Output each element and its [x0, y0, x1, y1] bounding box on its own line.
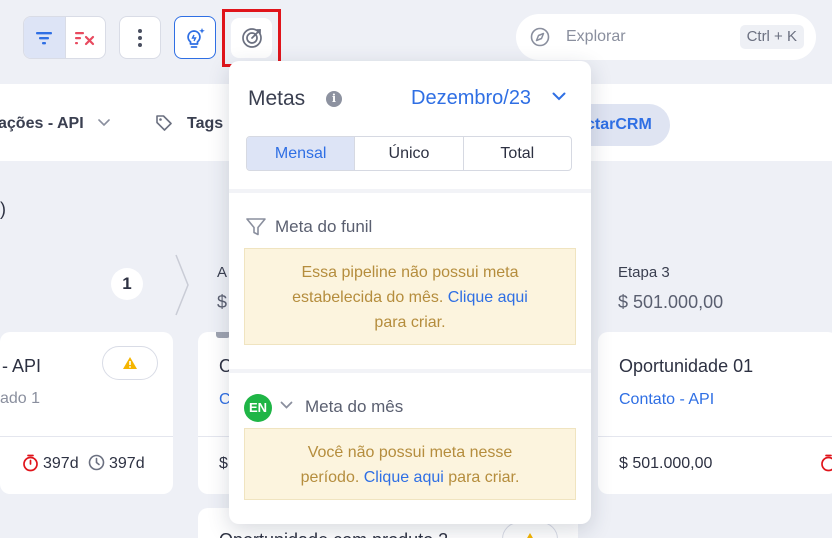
- deal-last-activity: 397d: [109, 455, 145, 472]
- funnel-icon: [246, 218, 266, 236]
- integration-filter[interactable]: ações - API: [0, 115, 84, 133]
- create-goal-link[interactable]: Clique aqui: [448, 289, 528, 306]
- goals-button-highlight: [222, 9, 281, 67]
- pipeline-paren: ): [0, 199, 6, 219]
- warning-icon: [123, 357, 137, 369]
- deal-subtitle: ado 1: [0, 390, 41, 407]
- card-drag-tab: [216, 332, 230, 338]
- notice-text: período.: [300, 469, 360, 486]
- card-divider: [598, 436, 832, 437]
- stage-name: Etapa 3: [618, 264, 670, 281]
- month-selector[interactable]: Dezembro/23: [411, 87, 531, 110]
- compass-icon: [530, 27, 550, 47]
- deal-title: - API: [2, 356, 42, 376]
- tab-total[interactable]: Total: [462, 137, 571, 170]
- target-goal-icon: [241, 28, 262, 48]
- section-divider: [229, 189, 591, 193]
- filter-button[interactable]: [24, 17, 65, 58]
- goals-popover: Metas i Dezembro/23 Mensal Único Total M…: [229, 61, 591, 524]
- funnel-goal-title: Meta do funil: [275, 217, 373, 236]
- deal-card[interactable]: Oportunidade 01 Contato - API $ 501.000,…: [598, 332, 832, 494]
- stopwatch-icon: [821, 454, 832, 472]
- stage-separator-chevron-icon: [175, 254, 189, 316]
- stage-count-badge: 1: [111, 268, 143, 300]
- explore-search-bar[interactable]: Explorar Ctrl + K: [516, 14, 816, 60]
- goals-button[interactable]: [231, 18, 272, 58]
- deal-value: $: [219, 455, 228, 472]
- popover-title: Metas: [248, 87, 306, 110]
- stage-name: A: [217, 264, 228, 281]
- deal-title: Oportunidade 01: [619, 356, 754, 376]
- month-goal-title: Meta do mês: [305, 397, 404, 416]
- kebab-menu-icon: [138, 28, 142, 47]
- warning-badge[interactable]: [502, 522, 558, 538]
- more-options-button[interactable]: [119, 16, 161, 59]
- chevron-down-icon[interactable]: [280, 401, 293, 410]
- user-avatar: EN: [244, 394, 272, 422]
- warning-badge[interactable]: [102, 346, 158, 380]
- stage-total: $: [217, 292, 228, 312]
- deal-card[interactable]: - API ado 1 397d 397d: [0, 332, 173, 494]
- lightbulb-sparkle-icon: [187, 27, 205, 48]
- tags-filter[interactable]: Tags: [187, 115, 223, 133]
- filter-lines-icon: [36, 31, 53, 44]
- warning-icon: [527, 533, 533, 538]
- stopwatch-icon: [23, 454, 38, 472]
- info-icon[interactable]: i: [326, 91, 342, 107]
- search-shortcut-hint: Ctrl + K: [739, 25, 804, 49]
- notice-line: Você não possui meta nesse: [307, 444, 513, 461]
- deal-title: Oportunidade com produto 2: [219, 530, 448, 538]
- create-goal-link[interactable]: Clique aqui: [364, 469, 444, 486]
- notice-text: estabelecida do mês.: [292, 289, 444, 306]
- chevron-down-icon[interactable]: [552, 92, 566, 101]
- funnel-goal-notice: Essa pipeline não possui meta estabeleci…: [244, 248, 576, 345]
- month-goal-notice: Você não possui meta nesse período. Cliq…: [244, 428, 576, 500]
- clear-filter-icon: [75, 31, 95, 45]
- notice-line: Essa pipeline não possui meta: [301, 264, 519, 281]
- tab-unico[interactable]: Único: [354, 137, 462, 170]
- section-divider: [229, 369, 591, 373]
- goal-period-tabs: Mensal Único Total: [246, 136, 572, 171]
- deal-contact-link[interactable]: Contato - API: [619, 391, 714, 409]
- card-divider: [0, 436, 173, 437]
- filter-toggle-group: [23, 16, 106, 59]
- search-placeholder: Explorar: [566, 28, 626, 45]
- chevron-down-icon[interactable]: [98, 119, 110, 127]
- deal-value: $ 501.000,00: [619, 455, 713, 472]
- deal-age: 397d: [43, 455, 79, 472]
- clock-icon: [88, 454, 105, 471]
- tag-icon: [156, 115, 172, 131]
- notice-line: para criar.: [374, 314, 446, 331]
- stage-total: $ 501.000,00: [618, 292, 724, 312]
- notice-text: para criar.: [448, 469, 520, 486]
- clear-filter-button[interactable]: [64, 17, 106, 58]
- tab-mensal[interactable]: Mensal: [247, 137, 355, 170]
- ai-insights-button[interactable]: [174, 16, 216, 59]
